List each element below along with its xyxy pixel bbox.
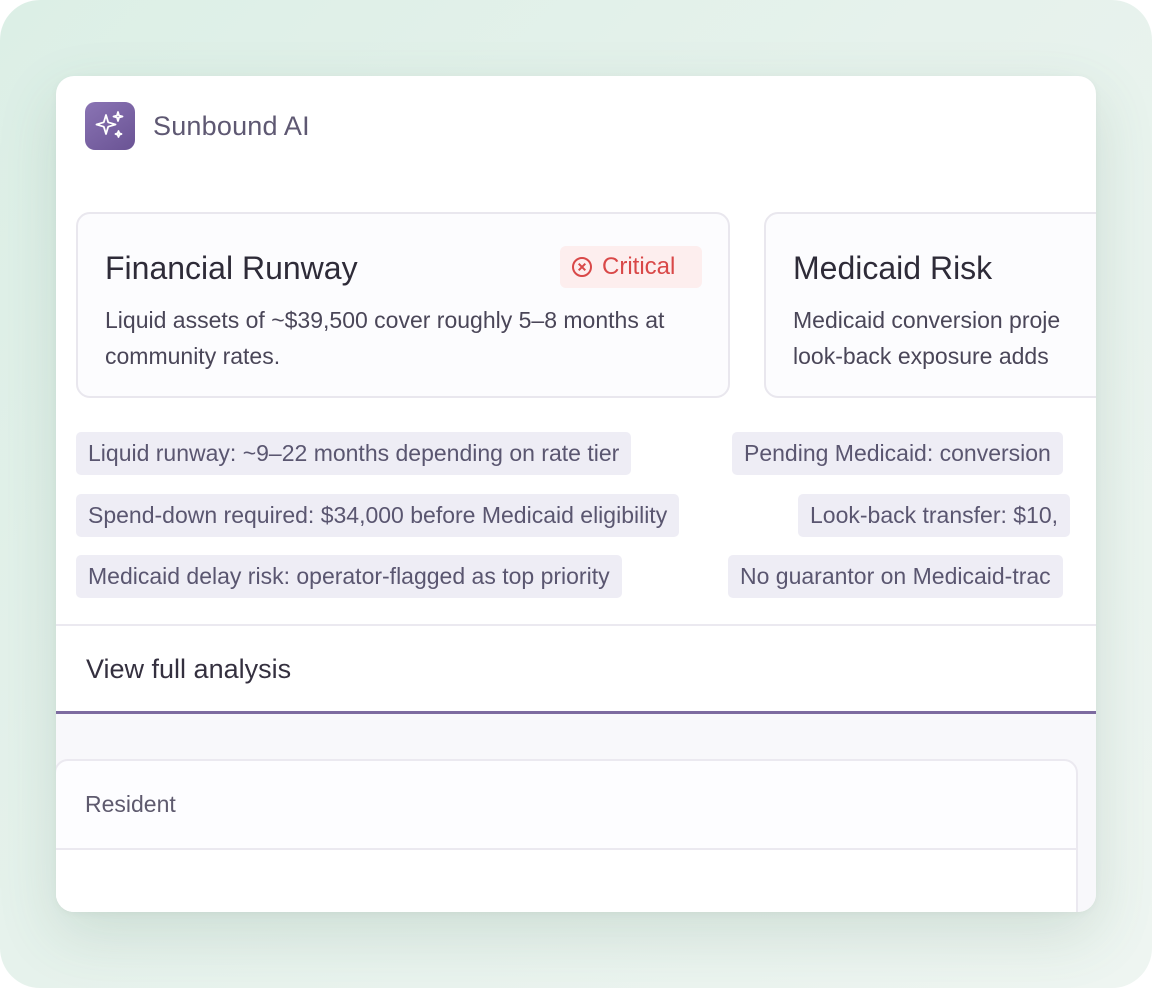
fact-chip: Liquid runway: ~9–22 months depending on… <box>76 432 632 475</box>
residents-table: Resident <box>56 759 1078 912</box>
insight-card-financial-runway[interactable]: Financial Runway Critical Liquid assets … <box>76 212 730 398</box>
insight-card-medicaid-risk[interactable]: Medicaid Risk Medicaid conversion proje … <box>764 212 1096 398</box>
ai-summary-card: Sunbound AI Financial Runway Critical Li… <box>56 76 1096 912</box>
x-circle-icon <box>572 257 592 277</box>
fact-chip: Medicaid delay risk: operator-flagged as… <box>76 555 622 598</box>
insight-description: Medicaid conversion proje look-back expo… <box>793 302 1060 374</box>
view-full-analysis-link[interactable]: View full analysis <box>86 654 291 685</box>
brand-name: Sunbound AI <box>153 110 310 141</box>
fact-chip: Look-back transfer: $10, <box>798 494 1071 537</box>
badge-label: Critical <box>602 253 676 280</box>
background-frame: Sunbound AI Financial Runway Critical Li… <box>0 0 1152 988</box>
brand-header: Sunbound AI <box>85 102 310 150</box>
fact-chip: Pending Medicaid: conversion <box>732 432 1063 475</box>
divider <box>56 624 1096 626</box>
fact-chip: No guarantor on Medicaid-trac <box>728 555 1063 598</box>
insight-title: Medicaid Risk <box>793 250 993 286</box>
insight-description-line: look-back exposure adds <box>793 343 1049 369</box>
sparkles-icon <box>85 102 135 150</box>
insight-description: Liquid assets of ~$39,500 cover roughly … <box>105 307 665 369</box>
table-body <box>56 850 1076 912</box>
insight-title: Financial Runway <box>105 250 358 286</box>
column-header-resident[interactable]: Resident <box>85 791 176 818</box>
fact-chip: Spend-down required: $34,000 before Medi… <box>76 494 680 537</box>
insight-description-line: Medicaid conversion proje <box>793 307 1061 333</box>
critical-badge: Critical <box>560 246 702 288</box>
